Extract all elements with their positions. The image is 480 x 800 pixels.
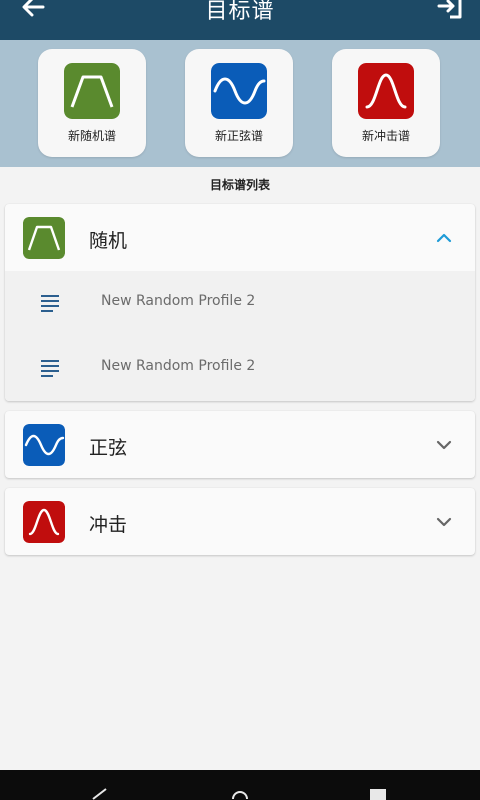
- random-profile-icon: [23, 217, 65, 259]
- group-random-label: 随机: [89, 230, 128, 252]
- group-sine: 正弦: [5, 411, 475, 478]
- group-shock-header[interactable]: 冲击: [5, 488, 475, 556]
- chevron-up-icon[interactable]: [435, 229, 453, 247]
- new-random-profile-label: 新随机谱: [67, 129, 116, 143]
- shock-profile-icon: [23, 501, 65, 543]
- group-random: 随机 New Random Profile 2 New Random Profi…: [5, 204, 475, 401]
- sine-profile-icon: [23, 424, 65, 466]
- group-sine-header[interactable]: 正弦: [5, 411, 475, 479]
- new-sine-profile-label: 新正弦谱: [214, 129, 263, 143]
- home-circle-icon[interactable]: [230, 788, 250, 800]
- group-shock-label: 冲击: [89, 514, 128, 536]
- system-navigation-bar: [0, 770, 480, 800]
- chevron-down-icon[interactable]: [435, 436, 453, 454]
- list-item[interactable]: New Random Profile 2: [5, 336, 475, 401]
- back-triangle-icon[interactable]: [90, 788, 108, 800]
- exit-icon[interactable]: [436, 0, 464, 20]
- new-shock-profile-label: 新冲击谱: [361, 129, 410, 143]
- document-lines-icon: [41, 295, 59, 312]
- page-title: 目标谱: [205, 0, 275, 24]
- random-profile-icon: [64, 63, 120, 119]
- sine-profile-icon: [211, 63, 267, 119]
- new-sine-profile-button[interactable]: 新正弦谱: [185, 49, 293, 157]
- profile-name: New Random Profile 2: [101, 293, 256, 309]
- app-header: 目标谱: [0, 0, 480, 40]
- group-random-header[interactable]: 随机: [5, 204, 475, 272]
- document-lines-icon: [41, 360, 59, 377]
- new-shock-profile-button[interactable]: 新冲击谱: [332, 49, 440, 157]
- quick-create-bar: 新随机谱 新正弦谱 新冲击谱: [0, 40, 480, 167]
- profile-name: New Random Profile 2: [101, 358, 256, 374]
- group-shock: 冲击: [5, 488, 475, 555]
- list-item[interactable]: New Random Profile 2: [5, 271, 475, 336]
- group-sine-label: 正弦: [89, 437, 128, 459]
- list-title: 目标谱列表: [209, 178, 270, 192]
- shock-profile-icon: [358, 63, 414, 119]
- chevron-down-icon[interactable]: [435, 513, 453, 531]
- new-random-profile-button[interactable]: 新随机谱: [38, 49, 146, 157]
- recents-square-icon[interactable]: [369, 788, 387, 800]
